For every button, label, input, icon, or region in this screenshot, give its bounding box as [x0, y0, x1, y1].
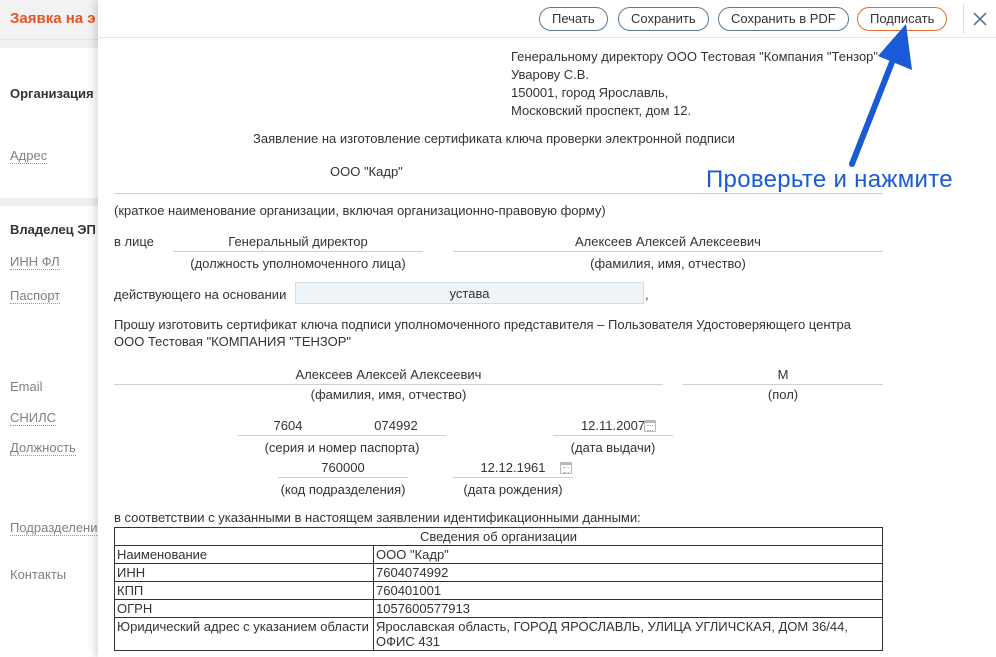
underline [453, 477, 573, 478]
section-divider [0, 198, 100, 206]
bg-item-email[interactable]: Email [10, 379, 43, 394]
calendar-icon[interactable] [644, 420, 656, 432]
addressee-line: Уварову С.В. [511, 67, 589, 82]
passport-caption: (серия и номер паспорта) [264, 440, 420, 455]
close-button[interactable] [963, 4, 995, 34]
section-divider [0, 40, 100, 48]
calendar-icon[interactable] [560, 462, 572, 474]
basis-label: действующего на основании [114, 287, 287, 302]
table-cell-value: ООО "Кадр" [373, 545, 883, 564]
table-row: ИНН 7604074992 [114, 563, 883, 582]
bg-item-inn[interactable]: ИНН ФЛ [10, 254, 60, 270]
table-cell-value: 7604074992 [373, 563, 883, 582]
bg-item-ep-owner[interactable]: Владелец ЭП [10, 222, 96, 237]
background-page: Заявка на э Организация Адрес Владелец Э… [0, 0, 105, 657]
annotation-arrow-icon [849, 24, 912, 167]
in-person-label: в лице [114, 234, 154, 249]
underline [453, 251, 883, 252]
position-caption: (должность уполномоченного лица) [190, 256, 406, 271]
table-cell-label: ОГРН [114, 599, 374, 618]
underline [114, 384, 663, 385]
bg-item-organization[interactable]: Организация [10, 86, 94, 101]
accordance-text: в соответствии с указанными в настоящем … [114, 510, 641, 525]
document-heading: Заявление на изготовление сертификата кл… [253, 131, 735, 146]
bg-item-department[interactable]: Подразделение [10, 520, 105, 536]
basis-value: устава [449, 286, 490, 301]
org-name: ООО "Кадр" [330, 164, 403, 179]
division-caption: (код подразделения) [280, 482, 406, 497]
table-row: КПП 760401001 [114, 581, 883, 600]
bg-item-position[interactable]: Должность [10, 440, 76, 456]
table-row: Сведения об организации [114, 527, 883, 546]
addressee-line: Генеральному директору ООО Тестовая "Ком… [511, 49, 879, 64]
table-title: Сведения об организации [114, 527, 883, 546]
print-button[interactable]: Печать [539, 7, 608, 31]
table-cell-value: 760401001 [373, 581, 883, 600]
issue-caption: (дата выдачи) [570, 440, 656, 455]
table-cell-label: Наименование [114, 545, 374, 564]
comma: , [645, 287, 649, 302]
gender-caption: (пол) [767, 387, 799, 402]
background-header: Заявка на э [0, 0, 100, 40]
bg-item-address[interactable]: Адрес [10, 148, 48, 164]
table-cell-label: КПП [114, 581, 374, 600]
addressee-line: Московский проспект, дом 12. [511, 103, 692, 118]
table-cell-value: 1057600577913 [373, 599, 883, 618]
table-row: ОГРН 1057600577913 [114, 599, 883, 618]
underline [173, 251, 423, 252]
division-code: 760000 [321, 460, 365, 475]
annotation-hint: Проверьте и нажмите [706, 166, 953, 193]
bg-item-contacts[interactable]: Контакты [10, 567, 66, 582]
org-caption: (краткое наименование организации, включ… [114, 203, 606, 218]
table-cell-label: Юридический адрес с указанием области [114, 617, 374, 651]
save-button[interactable]: Сохранить [618, 7, 709, 31]
passport-series: 7604 [273, 418, 303, 433]
org-table: Сведения об организации Наименование ООО… [114, 527, 883, 651]
table-cell-value: Ярославская область, ГОРОД ЯРОСЛАВЛЬ, УЛ… [373, 617, 883, 651]
underline [238, 435, 446, 436]
basis-field[interactable]: устава [295, 282, 644, 304]
passport-number: 074992 [374, 418, 418, 433]
position-value: Генеральный директор [228, 234, 368, 249]
table-row: Юридический адрес с указанием области Яр… [114, 617, 883, 651]
gender-value: М [777, 367, 789, 382]
save-pdf-button[interactable]: Сохранить в PDF [718, 7, 849, 31]
underline [683, 384, 883, 385]
request-line: ООО Тестовая "КОМПАНИЯ "ТЕНЗОР" [114, 334, 352, 349]
underline [278, 477, 408, 478]
close-icon [973, 12, 987, 26]
bg-item-passport[interactable]: Паспорт [10, 288, 61, 304]
person-name: Алексеев Алексей Алексеевич [575, 234, 761, 249]
birth-caption: (дата рождения) [463, 482, 563, 497]
background-title: Заявка на э [10, 10, 96, 27]
bg-item-snils[interactable]: СНИЛС [10, 410, 57, 426]
request-line: Прошу изготовить сертификат ключа подпис… [114, 317, 851, 332]
underline [553, 435, 673, 436]
table-row: Наименование ООО "Кадр" [114, 545, 883, 564]
holder-name: Алексеев Алексей Алексеевич [295, 367, 482, 382]
birth-date[interactable]: 12.12.1961 [453, 460, 573, 475]
person-caption: (фамилия, имя, отчество) [590, 256, 746, 271]
holder-caption: (фамилия, имя, отчество) [310, 387, 467, 402]
addressee-line: 150001, город Ярославль, [511, 85, 669, 100]
table-cell-label: ИНН [114, 563, 374, 582]
